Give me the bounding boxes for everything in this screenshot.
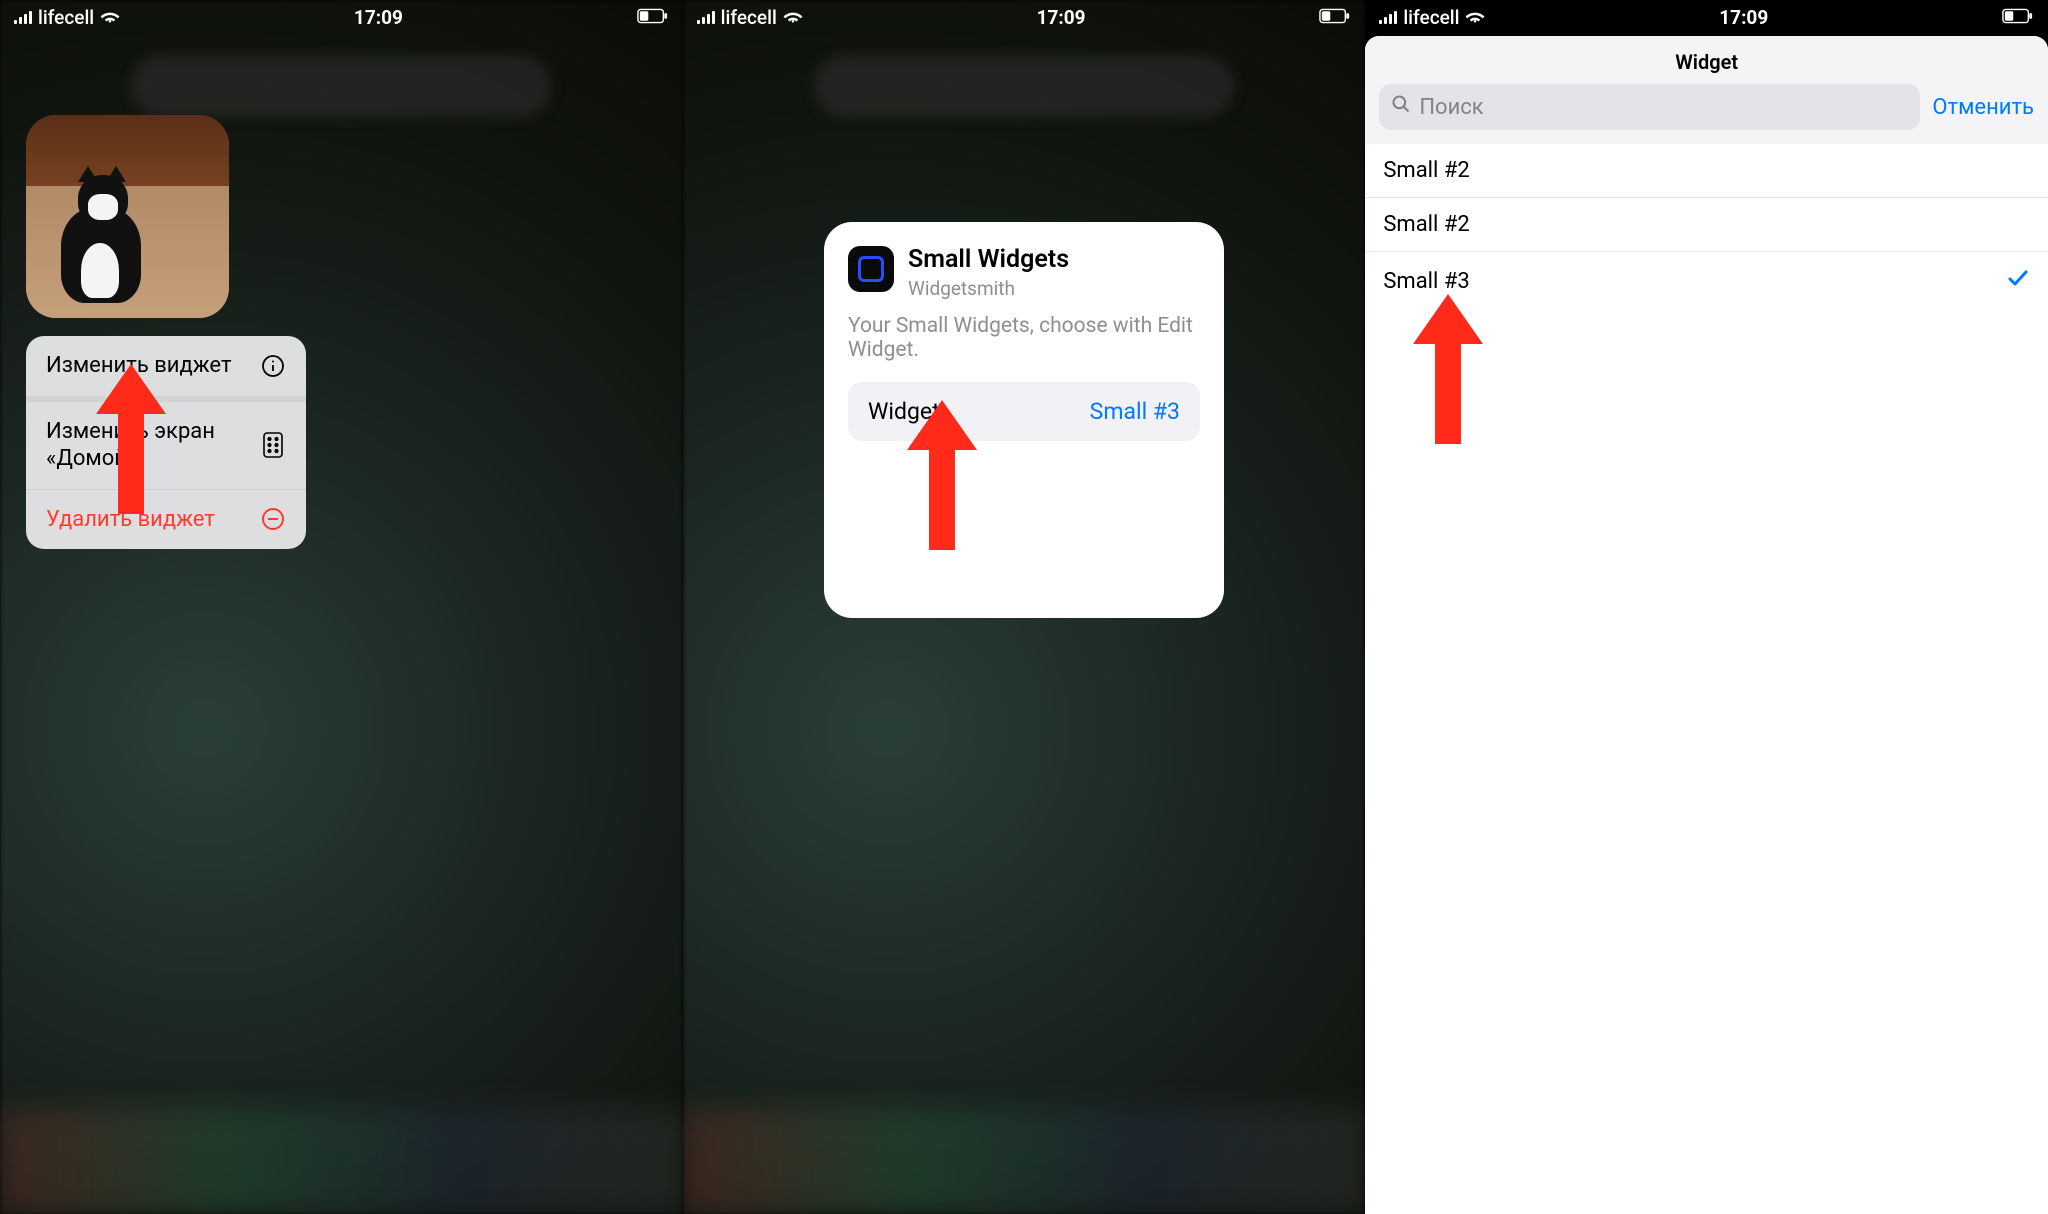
wifi-icon bbox=[783, 6, 803, 29]
screen-2: lifecell 17:09 Small Widgets Widgetsmith… bbox=[683, 0, 1366, 1214]
status-bar: lifecell 17:09 bbox=[1365, 0, 2048, 34]
item-label: Small #3 bbox=[1383, 269, 1469, 294]
dock-blur bbox=[0, 1109, 683, 1214]
card-title: Small Widgets bbox=[908, 246, 1069, 275]
item-label: Small #2 bbox=[1383, 158, 1469, 183]
row-label: Widget bbox=[868, 398, 940, 425]
widget-edit-card: Small Widgets Widgetsmith Your Small Wid… bbox=[824, 222, 1224, 618]
menu-remove-widget[interactable]: Удалить виджет bbox=[26, 490, 306, 550]
row-value: Small #3 bbox=[1090, 398, 1180, 425]
sheet-header: Widget Поиск Отменить bbox=[1365, 36, 2048, 144]
battery-icon bbox=[637, 6, 669, 29]
search-pill-blur bbox=[131, 55, 551, 117]
sheet-list: Small #2 Small #2 Small #3 bbox=[1365, 144, 2048, 310]
selection-sheet: Widget Поиск Отменить Small #2 Small #2 … bbox=[1365, 36, 2048, 1214]
carrier: lifecell bbox=[38, 6, 94, 29]
minus-circle-icon bbox=[260, 507, 286, 531]
status-bar: lifecell 17:09 bbox=[683, 0, 1366, 34]
card-app-name: Widgetsmith bbox=[908, 277, 1069, 300]
screen-3: lifecell 17:09 Widget Поиск Отменить bbox=[1365, 0, 2048, 1214]
search-pill-blur bbox=[814, 55, 1234, 117]
apps-grid-icon bbox=[260, 432, 286, 458]
widget-preview[interactable] bbox=[26, 115, 229, 318]
widget-select-row[interactable]: Widget Small #3 bbox=[848, 382, 1200, 441]
signal-icon bbox=[14, 10, 32, 24]
item-label: Small #2 bbox=[1383, 212, 1469, 237]
search-placeholder: Поиск bbox=[1419, 95, 1483, 120]
list-item[interactable]: Small #2 bbox=[1365, 144, 2048, 198]
menu-edit-home[interactable]: Изменить экран «Домой» bbox=[26, 402, 306, 490]
sheet-title: Widget bbox=[1379, 46, 2034, 84]
screen-1: lifecell 17:09 Изменить виджет bbox=[0, 0, 683, 1214]
battery-icon bbox=[1319, 6, 1351, 29]
carrier: lifecell bbox=[721, 6, 777, 29]
wifi-icon bbox=[1465, 6, 1485, 29]
list-item[interactable]: Small #2 bbox=[1365, 198, 2048, 252]
list-item[interactable]: Small #3 bbox=[1365, 252, 2048, 310]
menu-label: Изменить виджет bbox=[46, 352, 260, 380]
status-bar: lifecell 17:09 bbox=[0, 0, 683, 34]
menu-label: Удалить виджет bbox=[46, 506, 260, 534]
carrier: lifecell bbox=[1403, 6, 1459, 29]
signal-icon bbox=[1379, 10, 1397, 24]
clock: 17:09 bbox=[354, 6, 403, 29]
clock: 17:09 bbox=[1719, 6, 1768, 29]
wifi-icon bbox=[100, 6, 120, 29]
battery-icon bbox=[2002, 6, 2034, 29]
card-description: Your Small Widgets, choose with Edit Wid… bbox=[848, 314, 1200, 362]
context-menu: Изменить виджет Изменить экран «Домой» У… bbox=[26, 336, 306, 549]
cancel-button[interactable]: Отменить bbox=[1932, 95, 2034, 120]
signal-icon bbox=[697, 10, 715, 24]
clock: 17:09 bbox=[1037, 6, 1086, 29]
menu-edit-widget[interactable]: Изменить виджет bbox=[26, 336, 306, 402]
dock-blur bbox=[683, 1109, 1366, 1214]
info-icon bbox=[260, 354, 286, 378]
app-icon bbox=[848, 246, 894, 292]
checkmark-icon bbox=[2006, 266, 2030, 296]
search-icon bbox=[1391, 94, 1411, 120]
search-input[interactable]: Поиск bbox=[1379, 84, 1920, 130]
menu-label: Изменить экран «Домой» bbox=[46, 418, 260, 473]
